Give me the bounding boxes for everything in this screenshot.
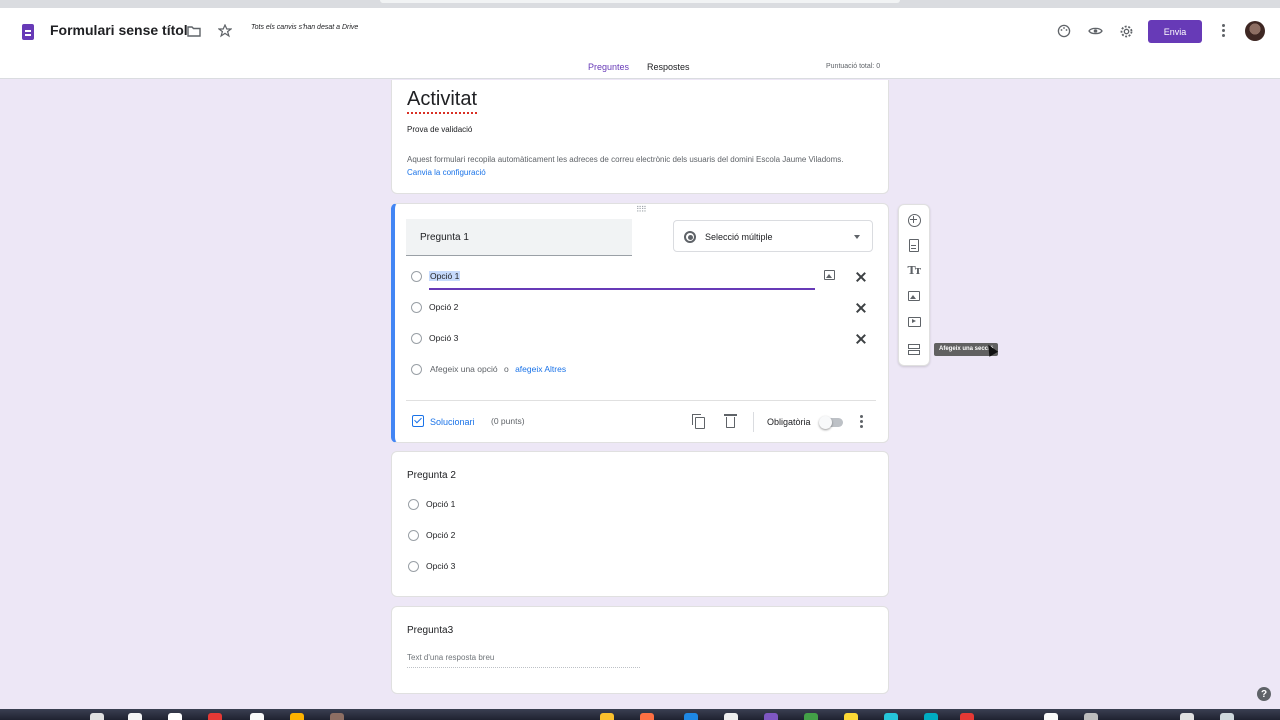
option-radio [408, 561, 419, 572]
add-other-link[interactable]: afegeix Altres [515, 364, 566, 374]
email-collection-note: Aquest formulari recopila automàticament… [407, 153, 867, 179]
tab-questions[interactable]: Preguntes [588, 62, 629, 72]
save-status: Tots els canvis s'han desat a Drive [251, 24, 359, 31]
dock-app-icon[interactable] [844, 713, 858, 720]
tab-responses[interactable]: Respostes [647, 62, 690, 72]
change-settings-link[interactable]: Canvia la configuració [407, 168, 486, 177]
dock-app-icon[interactable] [884, 713, 898, 720]
question-title-text: Pregunta3 [407, 625, 454, 636]
question-more-icon[interactable] [860, 415, 864, 429]
add-title-icon[interactable]: Tт [907, 263, 921, 277]
question-title-text: Pregunta 2 [407, 470, 456, 481]
add-video-icon[interactable] [907, 315, 921, 329]
option-1-input[interactable]: Opció 1 [429, 271, 461, 281]
help-icon[interactable]: ? [1257, 687, 1271, 701]
short-answer-line [407, 667, 640, 668]
dock-app-icon[interactable] [128, 713, 142, 720]
dock-app-icon[interactable] [90, 713, 104, 720]
question-card-1[interactable]: ⠿⠿ Pregunta 1 Selecció múltiple Opció 1 … [391, 203, 889, 443]
form-title[interactable]: Formulari sense títol [50, 22, 188, 38]
dock-app-icon[interactable] [600, 713, 614, 720]
question-type-label: Selecció múltiple [705, 232, 773, 242]
question-title-field[interactable]: Pregunta 1 [406, 219, 632, 256]
option-radio [411, 271, 422, 282]
question-type-select[interactable]: Selecció múltiple [673, 220, 873, 252]
remove-option-3-icon[interactable] [854, 332, 868, 346]
question-card-3[interactable]: Pregunta3 Text d'una resposta breu [391, 606, 889, 694]
browser-chrome [0, 0, 1280, 8]
dock-app-icon[interactable] [1180, 713, 1194, 720]
add-question-icon[interactable] [907, 213, 921, 227]
dock-app-icon[interactable] [724, 713, 738, 720]
preview-eye-icon[interactable] [1085, 21, 1105, 41]
palette-icon[interactable] [1054, 21, 1074, 41]
total-score: Puntuació total: 0 [826, 63, 881, 70]
add-image-icon[interactable] [907, 289, 921, 303]
or-text: o [503, 364, 509, 374]
add-option-row: Afegeix una opció o afegeix Altres [430, 364, 566, 374]
answer-key-icon[interactable] [412, 415, 424, 427]
option-3-input[interactable]: Opció 3 [429, 333, 458, 343]
option-radio [411, 364, 422, 375]
remove-option-2-icon[interactable] [854, 301, 868, 315]
star-icon[interactable] [215, 21, 235, 41]
question-title-text: Pregunta 1 [420, 232, 469, 243]
form-description[interactable]: Prova de validació [407, 125, 472, 134]
dock-app-icon[interactable] [168, 713, 182, 720]
drag-handle-icon[interactable]: ⠿⠿ [636, 205, 647, 214]
option-radio [408, 499, 419, 510]
points-label: (0 punts) [491, 416, 525, 426]
question-card-2[interactable]: Pregunta 2 Opció 1 Opció 2 Opció 3 [391, 451, 889, 597]
active-input-underline [429, 288, 815, 290]
email-note-text: Aquest formulari recopila automàticament… [407, 155, 844, 164]
more-vert-icon[interactable] [1222, 24, 1226, 38]
dock-app-icon[interactable] [1044, 713, 1058, 720]
answer-key-button[interactable]: Solucionari [430, 417, 475, 427]
form-header-card[interactable]: Activitat Prova de validació Aquest form… [391, 80, 889, 194]
option-label: Opció 2 [426, 530, 456, 540]
add-image-icon[interactable] [824, 270, 835, 280]
form-heading[interactable]: Activitat [407, 88, 477, 111]
dock-app-icon[interactable] [804, 713, 818, 720]
required-label: Obligatòria [767, 417, 811, 427]
dock-app-icon[interactable] [924, 713, 938, 720]
spellcheck-underline [407, 112, 477, 114]
option-label: Opció 1 [426, 499, 456, 509]
avatar[interactable] [1245, 21, 1265, 41]
add-option-link[interactable]: Afegeix una opció [430, 364, 498, 374]
option-radio [411, 302, 422, 313]
option-radio [408, 530, 419, 541]
top-app-bar: Formulari sense títol Tots els canvis s'… [0, 8, 1280, 86]
required-toggle[interactable] [819, 416, 843, 429]
delete-icon[interactable] [724, 414, 737, 428]
dock-app-icon[interactable] [330, 713, 344, 720]
dock-app-icon[interactable] [250, 713, 264, 720]
dock-app-icon[interactable] [290, 713, 304, 720]
add-section-icon[interactable] [907, 342, 921, 356]
option-radio [411, 333, 422, 344]
option-label: Opció 3 [426, 561, 456, 571]
divider [406, 400, 876, 401]
send-button[interactable]: Envia [1148, 20, 1202, 43]
add-item-toolbar: Tт [898, 204, 930, 366]
settings-gear-icon[interactable] [1116, 21, 1136, 41]
dock-app-icon[interactable] [1084, 713, 1098, 720]
short-answer-placeholder: Text d'una resposta breu [407, 653, 495, 662]
dock-app-icon[interactable] [640, 713, 654, 720]
dock-app-icon[interactable] [764, 713, 778, 720]
dock-app-icon[interactable] [208, 713, 222, 720]
radio-button-icon [684, 231, 696, 243]
divider [753, 412, 754, 432]
folder-icon[interactable] [184, 21, 204, 41]
option-2-input[interactable]: Opció 2 [429, 302, 458, 312]
dropdown-caret-icon [854, 235, 860, 239]
remove-option-1-icon[interactable] [854, 270, 868, 284]
dock-app-icon[interactable] [684, 713, 698, 720]
duplicate-icon[interactable] [692, 414, 705, 429]
import-questions-icon[interactable] [907, 238, 921, 252]
dock-app-icon[interactable] [960, 713, 974, 720]
forms-logo-icon [22, 24, 34, 40]
address-bar[interactable] [380, 0, 900, 3]
dock-app-icon[interactable] [1220, 713, 1234, 720]
